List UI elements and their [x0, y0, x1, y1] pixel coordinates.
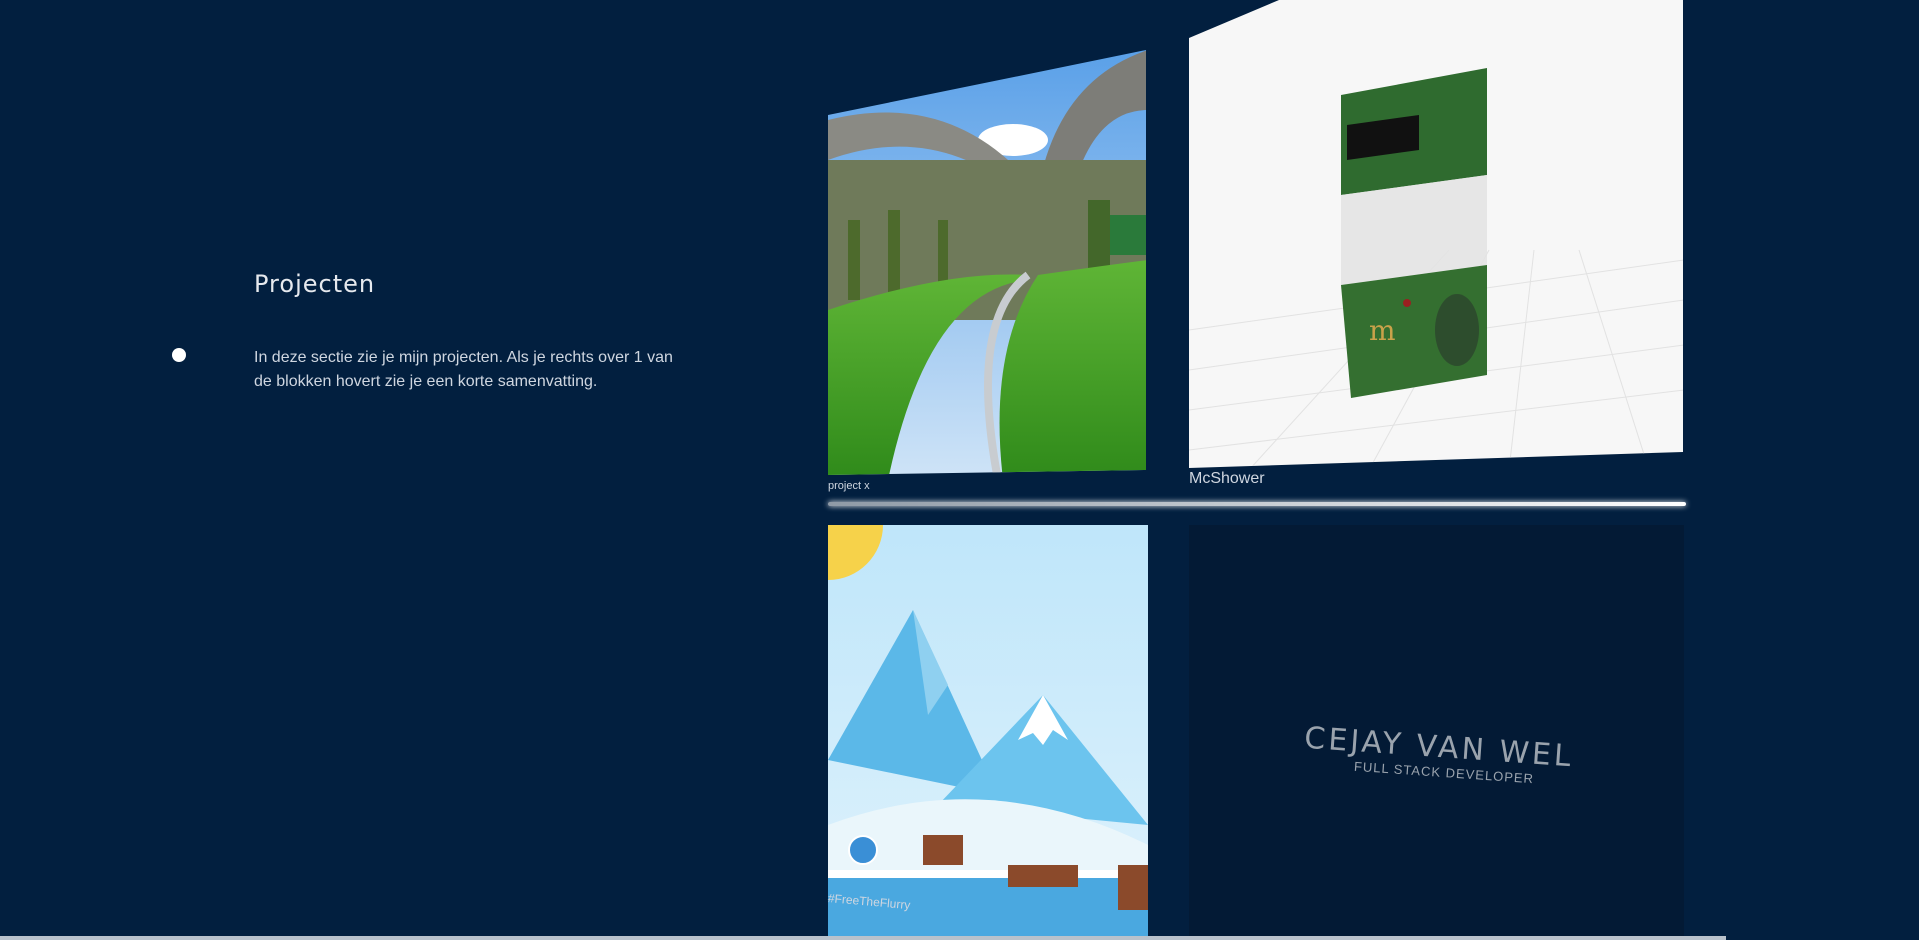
nav-dot[interactable] — [172, 348, 186, 362]
project-label: project x — [828, 480, 870, 492]
project-label: McShower — [1189, 470, 1265, 487]
project-card-logo[interactable]: CEJAY VAN WEL FULL STACK DEVELOPER — [1189, 525, 1684, 940]
section-title: Projecten — [254, 270, 376, 298]
project-card-project-x[interactable]: project x — [828, 50, 1148, 492]
divider — [828, 502, 1686, 506]
mcshower-3d-model-image: m — [1189, 0, 1683, 468]
project-card-free-the-flurry[interactable]: #FreeTheFlurry — [827, 525, 1148, 940]
project-card-mcshower[interactable]: m McShower — [1189, 0, 1684, 490]
svg-text:m: m — [1369, 314, 1396, 347]
snow-game-image — [828, 525, 1148, 940]
section-description: In deze sectie zie je mijn projecten. Al… — [254, 349, 673, 390]
green-highway-image — [828, 50, 1146, 475]
bottom-scrollbar[interactable] — [0, 936, 1726, 940]
